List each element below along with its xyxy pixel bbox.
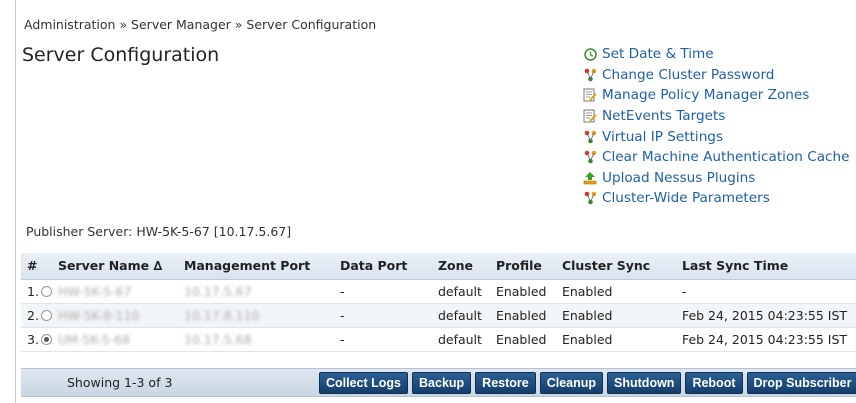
action-buttons: Collect Logs Backup Restore Cleanup Shut…: [319, 372, 856, 394]
cleanup-button[interactable]: Cleanup: [539, 372, 604, 394]
set-date-time-link[interactable]: Set Date & Time: [582, 44, 849, 65]
link-label: Virtual IP Settings: [602, 128, 724, 145]
cluster-wide-parameters-link[interactable]: Cluster-Wide Parameters: [582, 188, 849, 209]
management-port: 10.17.8.110: [177, 303, 334, 328]
last-sync-time: -: [675, 279, 856, 304]
change-cluster-password-link[interactable]: Change Cluster Password: [582, 65, 849, 86]
cluster-sync: Enabled: [555, 327, 676, 352]
profile: Enabled: [489, 327, 556, 352]
table-header-row: # Server Name ∆ Management Port Data Por…: [21, 253, 856, 280]
cluster-icon: [582, 129, 598, 145]
row-select[interactable]: 2.: [21, 303, 52, 328]
server-name: HW-5K-8-110: [51, 303, 178, 328]
col-data-port[interactable]: Data Port: [333, 253, 432, 280]
col-profile[interactable]: Profile: [489, 253, 556, 280]
clear-machine-auth-cache-link[interactable]: Clear Machine Authentication Cache: [582, 147, 849, 168]
management-port: 10.17.5.67: [177, 279, 334, 304]
server-name: UM-5K-5-68: [51, 327, 178, 352]
link-label: Clear Machine Authentication Cache: [602, 149, 850, 166]
link-label: Upload Nessus Plugins: [602, 169, 756, 186]
edit-doc-icon: [582, 108, 598, 124]
upload-nessus-plugins-link[interactable]: Upload Nessus Plugins: [582, 168, 849, 189]
clock-icon: [582, 46, 598, 62]
zone: default: [431, 327, 490, 352]
last-sync-time: Feb 24, 2015 04:23:55 IST: [675, 303, 856, 328]
link-label: NetEvents Targets: [602, 108, 726, 125]
profile: Enabled: [489, 279, 556, 304]
server-name: HW-5K-5-67: [51, 279, 178, 304]
row-number: 2.: [27, 307, 39, 323]
page-title: Server Configuration: [22, 44, 220, 66]
table-row[interactable]: 2. HW-5K-8-110 10.17.8.110 - default Ena…: [21, 303, 856, 328]
drop-subscriber-button[interactable]: Drop Subscriber: [746, 372, 856, 394]
link-label: Cluster-Wide Parameters: [602, 190, 770, 207]
cluster-sync: Enabled: [555, 303, 676, 328]
breadcrumb: Administration » Server Manager » Server…: [24, 17, 377, 32]
collect-logs-button[interactable]: Collect Logs: [319, 372, 409, 394]
cluster-icon: [582, 149, 598, 165]
col-cluster-sync[interactable]: Cluster Sync: [555, 253, 676, 280]
server-table: # Server Name ∆ Management Port Data Por…: [21, 253, 856, 352]
manage-policy-manager-zones-link[interactable]: Manage Policy Manager Zones: [582, 85, 849, 106]
zone: default: [431, 279, 490, 304]
table-footer: Showing 1-3 of 3 Collect Logs Backup Res…: [21, 368, 856, 397]
management-port: 10.17.5.68: [177, 327, 334, 352]
edit-doc-icon: [582, 87, 598, 103]
cluster-icon: [582, 190, 598, 206]
action-links: Set Date & Time Change Cluster Password …: [582, 44, 849, 209]
content-frame: Administration » Server Manager » Server…: [15, 0, 856, 403]
pagination-status: Showing 1-3 of 3: [67, 375, 173, 390]
upload-icon: [582, 170, 598, 186]
netevents-targets-link[interactable]: NetEvents Targets: [582, 106, 849, 127]
shutdown-button[interactable]: Shutdown: [607, 372, 682, 394]
profile: Enabled: [489, 303, 556, 328]
data-port: -: [333, 303, 432, 328]
restore-button[interactable]: Restore: [475, 372, 536, 394]
link-label: Set Date & Time: [602, 46, 714, 63]
link-label: Manage Policy Manager Zones: [602, 87, 810, 104]
reboot-button[interactable]: Reboot: [685, 372, 743, 394]
row-number: 1.: [27, 283, 39, 299]
row-select[interactable]: 3.: [21, 327, 52, 352]
publisher-server: Publisher Server: HW-5K-5-67 [10.17.5.67…: [26, 224, 292, 239]
radio-button-selected[interactable]: [40, 333, 52, 345]
data-port: -: [333, 327, 432, 352]
zone: default: [431, 303, 490, 328]
radio-button[interactable]: [40, 309, 52, 321]
backup-button[interactable]: Backup: [412, 372, 472, 394]
col-last-sync-time[interactable]: Last Sync Time: [675, 253, 856, 280]
row-number: 3.: [27, 331, 39, 347]
data-port: -: [333, 279, 432, 304]
col-number: #: [21, 253, 52, 280]
col-zone[interactable]: Zone: [431, 253, 490, 280]
col-server-name[interactable]: Server Name ∆: [51, 253, 178, 280]
table-row[interactable]: 3. UM-5K-5-68 10.17.5.68 - default Enabl…: [21, 327, 856, 352]
last-sync-time: Feb 24, 2015 04:23:55 IST: [675, 327, 856, 352]
link-label: Change Cluster Password: [602, 66, 775, 83]
col-management-port[interactable]: Management Port: [177, 253, 334, 280]
cluster-sync: Enabled: [555, 279, 676, 304]
table-row[interactable]: 1. HW-5K-5-67 10.17.5.67 - default Enabl…: [21, 279, 856, 304]
virtual-ip-settings-link[interactable]: Virtual IP Settings: [582, 126, 849, 147]
cluster-icon: [582, 67, 598, 83]
radio-button[interactable]: [40, 285, 52, 297]
row-select[interactable]: 1.: [21, 279, 52, 304]
